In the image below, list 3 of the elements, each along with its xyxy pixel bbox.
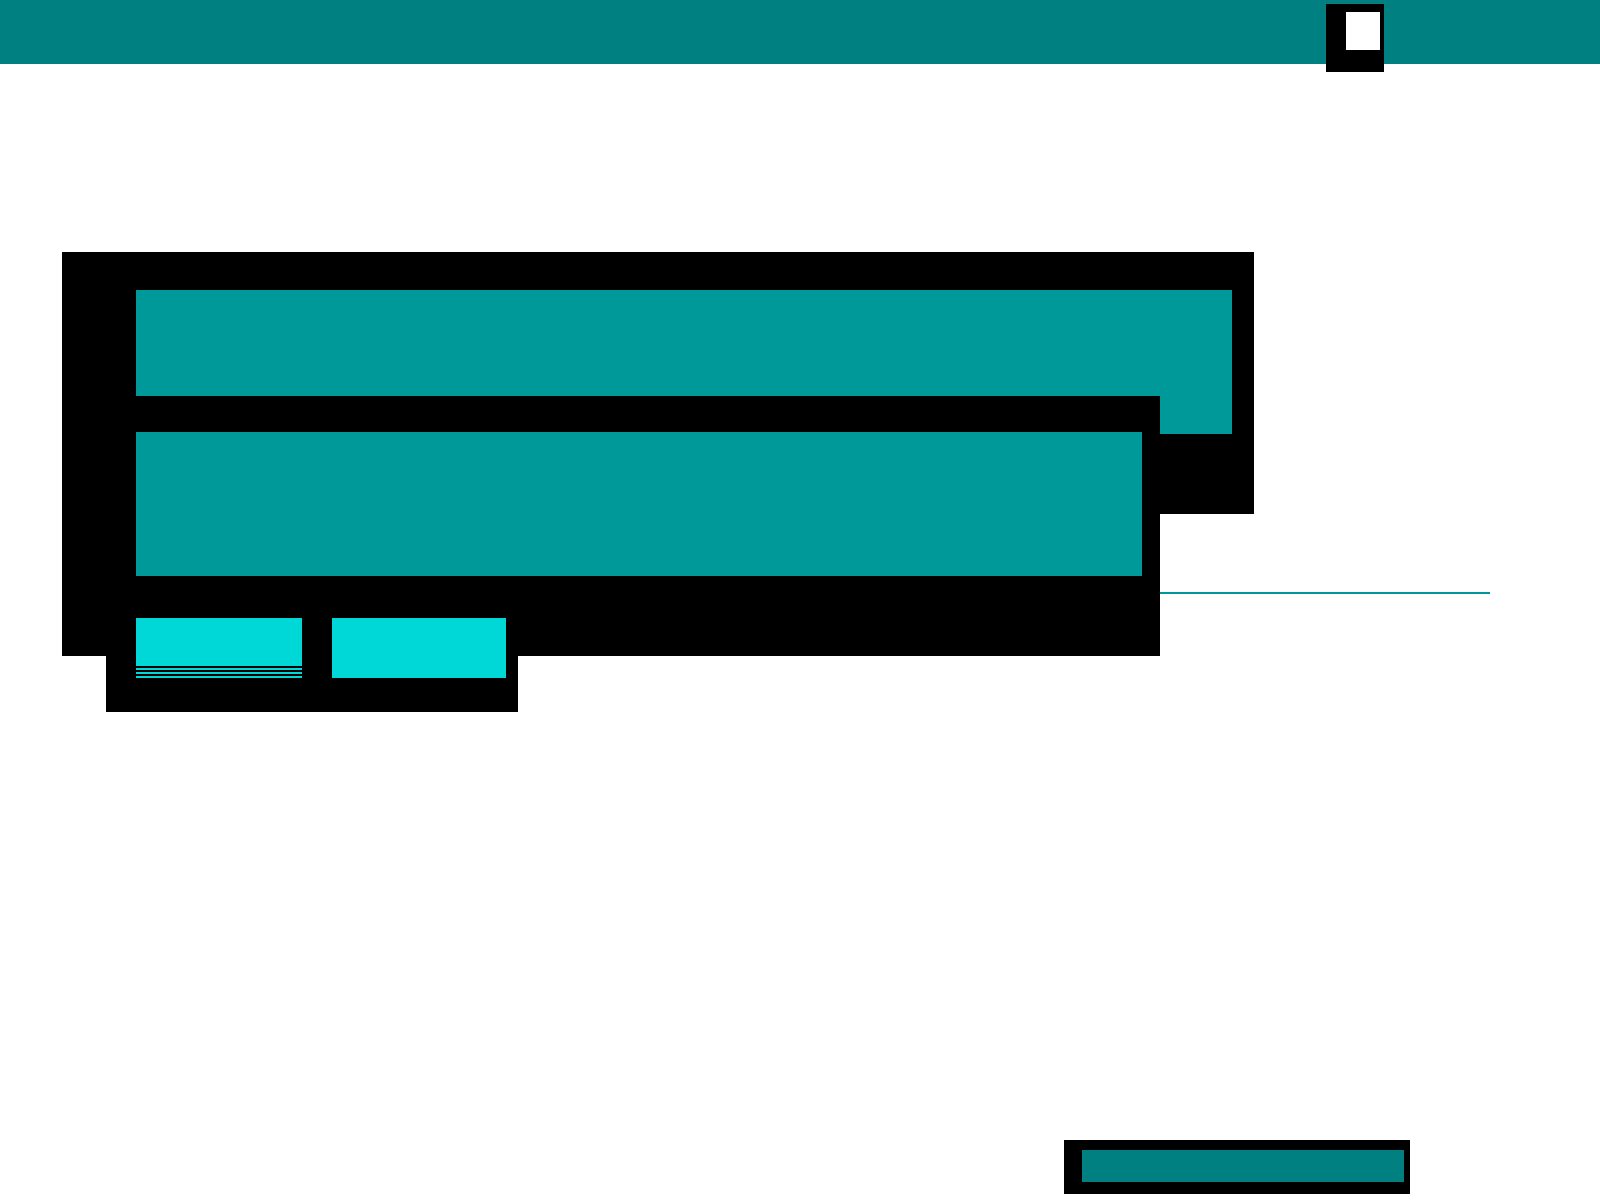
- square-icon[interactable]: [1326, 4, 1384, 72]
- input-field[interactable]: [136, 432, 1142, 576]
- dialog-button[interactable]: [136, 618, 302, 678]
